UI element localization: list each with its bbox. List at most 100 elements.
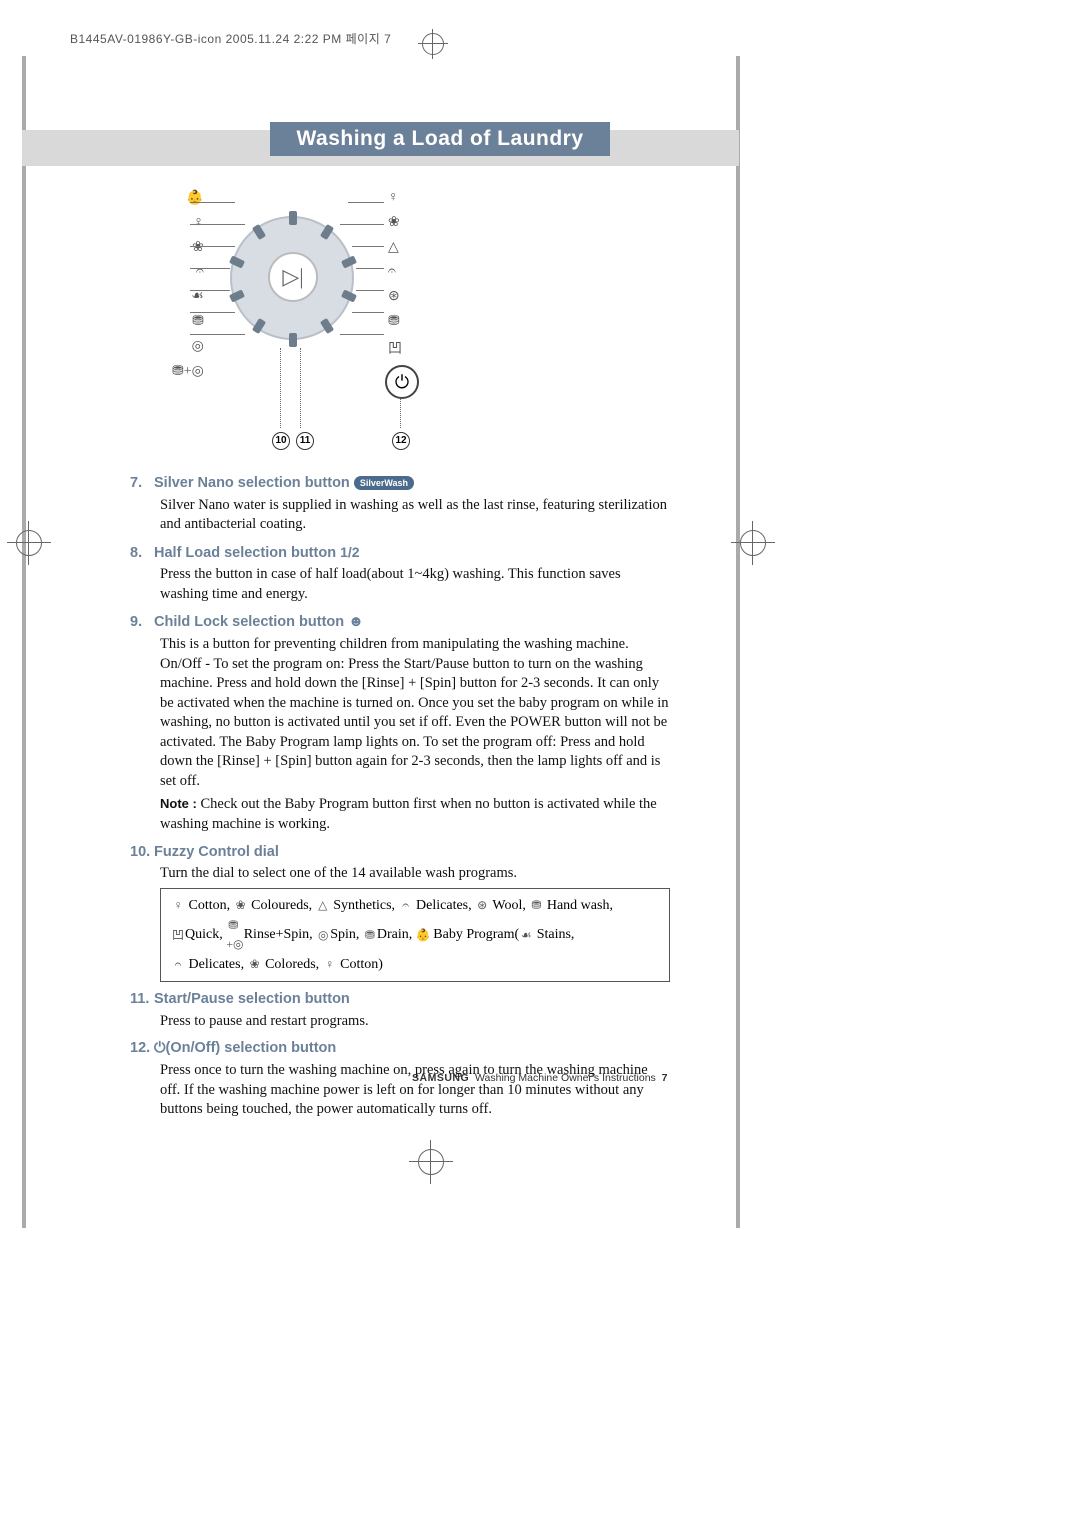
program-cotton2: Cotton) [340, 957, 383, 972]
leader-line [348, 202, 384, 203]
leader-line [352, 312, 384, 313]
program-drain: Drain, [377, 927, 412, 942]
section-11-title: Start/Pause selection button [154, 991, 350, 1007]
stains-icon: ☙ [519, 926, 533, 945]
program-delicates2: Delicates, [189, 957, 245, 972]
delicates-icon: 𝄐 [388, 264, 396, 280]
coloureds-icon: ❀ [234, 896, 248, 915]
cotton-icon: ♀ [388, 190, 399, 206]
handwash-icon: ⛃ [388, 313, 400, 330]
section-8-title: Half Load selection button [154, 545, 336, 561]
section-9-note: Note : Check out the Baby Program button… [160, 795, 670, 834]
quick-icon: 凹 [171, 926, 185, 945]
leader-line [340, 334, 384, 335]
coloureds-icon: ❀ [192, 239, 204, 256]
page-footer: SAMSUNG Washing Machine Owner's Instruct… [412, 1072, 667, 1084]
page-number: 7 [662, 1072, 668, 1084]
dial-lug [289, 211, 297, 225]
baby-program-icon: 👶 [186, 190, 203, 207]
note-label: Note : [160, 796, 197, 811]
delicates-icon: 𝄐 [196, 264, 204, 280]
callout-number-12: 12 [392, 430, 412, 450]
section-10-number: 10. [130, 843, 154, 863]
handwash-icon: ⛃ [529, 896, 543, 915]
callout-line-11 [300, 348, 301, 428]
section-8-number: 8. [130, 544, 154, 564]
delicates-icon: 𝄐 [399, 896, 413, 915]
leader-line [340, 224, 384, 225]
page-title: Washing a Load of Laundry [270, 122, 610, 156]
section-7-heading: 7.Silver Nano selection button SilverWas… [130, 474, 670, 494]
program-rinsespin: Rinse+Spin, [244, 927, 313, 942]
program-coloureds: Coloureds, [251, 898, 312, 913]
wash-program-list: ♀ Cotton, ❀ Coloureds, △ Synthetics, 𝄐 D… [160, 888, 670, 983]
cotton-icon: ♀ [171, 896, 185, 915]
section-9-number: 9. [130, 613, 154, 633]
callout-line-10 [280, 348, 281, 428]
section-9-heading: 9.Child Lock selection button ☻ [130, 612, 670, 633]
child-lock-icon: ☻ [348, 613, 364, 630]
power-button-icon: ⏻ [385, 365, 419, 399]
spin-icon: ◎ [316, 926, 330, 945]
program-spin: Spin, [330, 927, 359, 942]
callout-number-11: 11 [296, 430, 316, 450]
quick-icon: 凹 [388, 338, 402, 358]
crop-mark-bottom [418, 1149, 444, 1175]
delicates-icon: 𝄐 [171, 955, 185, 974]
rinse-spin-icon: ⛃+◎ [172, 363, 204, 380]
baby-program-icon: 👶 [416, 926, 430, 945]
coloreds-icon: ❀ [248, 955, 262, 974]
callout-line-12 [400, 398, 401, 428]
program-quick: Quick, [185, 927, 223, 942]
crop-mark-left [16, 530, 42, 556]
dial-icons-right: ♀ ❀ △ 𝄐 ⊛ ⛃ 凹 [388, 190, 402, 358]
section-8-heading: 8.Half Load selection button 1/2 [130, 543, 670, 564]
spin-icon: ◎ [192, 338, 204, 355]
leader-line [356, 290, 384, 291]
cotton-icon: ♀ [323, 955, 337, 974]
crop-mark-right [740, 530, 766, 556]
dial-icons-left: 👶 ♀ ❀ 𝄐 ☙ ⛃ ◎ ⛃+◎ [172, 190, 204, 380]
print-slug: B1445AV-01986Y-GB-icon 2005.11.24 2:22 P… [70, 30, 391, 47]
crop-mark-top [422, 33, 444, 55]
section-11-heading: 11.Start/Pause selection button [130, 990, 670, 1010]
coloureds-icon: ❀ [388, 214, 400, 231]
control-dial-diagram: ▷| ⏻ 👶 ♀ ❀ 𝄐 ☙ ⛃ ◎ ⛃+◎ ♀ ❀ △ 𝄐 ⊛ ⛃ 凹 [150, 180, 440, 450]
wool-icon: ⊛ [475, 896, 489, 915]
cotton-icon: ♀ [193, 215, 204, 231]
program-coloreds2: Coloreds, [265, 957, 319, 972]
note-text: Check out the Baby Program button first … [160, 796, 657, 832]
section-7-number: 7. [130, 474, 154, 494]
section-10-heading: 10.Fuzzy Control dial [130, 843, 670, 863]
content-column: 7.Silver Nano selection button SilverWas… [130, 466, 670, 1120]
footer-brand: SAMSUNG [412, 1072, 469, 1084]
leader-line [352, 246, 384, 247]
section-8-body: Press the button in case of half load(ab… [160, 565, 670, 604]
leader-line [356, 268, 384, 269]
half-load-icon: 1/2 [340, 544, 359, 560]
program-cotton: Cotton, [189, 898, 231, 913]
section-10-title: Fuzzy Control dial [154, 844, 279, 860]
section-9-title: Child Lock selection button [154, 614, 344, 630]
rinse-spin-icon: ⛃+◎ [226, 916, 240, 953]
program-synthetics: Synthetics, [333, 898, 395, 913]
leader-line [190, 246, 235, 247]
section-12-heading: 12.⏻(On/Off) selection button [130, 1039, 670, 1059]
leader-line [190, 334, 245, 335]
synthetics-icon: △ [388, 239, 399, 256]
leader-line [190, 312, 235, 313]
synthetics-icon: △ [316, 896, 330, 915]
page-frame-right [736, 56, 740, 1228]
play-pause-center-icon: ▷| [268, 252, 318, 302]
drain-icon: ⛃ [363, 926, 377, 945]
leader-line [190, 268, 230, 269]
silverwash-badge: SilverWash [354, 476, 414, 490]
section-9-body: This is a button for preventing children… [160, 635, 670, 792]
leader-line [190, 224, 245, 225]
program-baby: Baby Program( [433, 927, 519, 942]
section-11-body: Press to pause and restart programs. [160, 1012, 670, 1032]
section-10-body: Turn the dial to select one of the 14 av… [160, 864, 670, 884]
program-wool: Wool, [492, 898, 525, 913]
leader-line [190, 290, 230, 291]
section-11-number: 11. [130, 990, 154, 1010]
